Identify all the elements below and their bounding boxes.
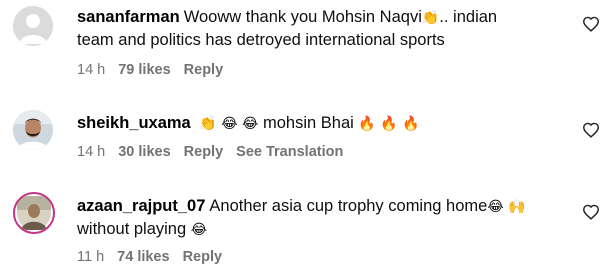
comment-text-line: team and politics has detroyed internati…	[77, 31, 445, 49]
likes-count[interactable]: 30 likes	[118, 144, 170, 160]
username[interactable]: sananfarman	[77, 8, 180, 26]
comment-item: sananfarman Wooww thank you Mohsin Naqvi👏…	[0, 0, 609, 92]
avatar[interactable]	[13, 110, 53, 150]
avatar[interactable]	[13, 192, 55, 234]
heart-icon[interactable]	[582, 16, 600, 32]
username[interactable]: azaan_rajput_07	[77, 197, 205, 215]
comment-meta: 11 h 74 likes Reply	[77, 249, 235, 265]
clap-emoji: 👏	[421, 10, 440, 26]
fire-emoji: 🔥 🔥 🔥	[358, 116, 420, 132]
timestamp: 11 h	[77, 249, 105, 265]
heart-icon[interactable]	[582, 122, 600, 138]
comment-text: sheikh_uxama 👏 😂 😂 mohsin Bhai 🔥 🔥 🔥	[77, 112, 565, 135]
default-avatar-icon	[13, 6, 53, 46]
comment-meta: 14 h 79 likes Reply	[77, 62, 236, 78]
timestamp: 14 h	[77, 62, 106, 78]
comment-text: sananfarman Wooww thank you Mohsin Naqvi👏…	[77, 6, 565, 51]
username[interactable]: sheikh_uxama	[77, 114, 191, 132]
clap-laugh-emoji: 👏 😂 😂	[199, 116, 259, 132]
comment-text: azaan_rajput_07 Another asia cup trophy c…	[77, 195, 565, 241]
see-translation-button[interactable]: See Translation	[236, 144, 343, 160]
heart-icon[interactable]	[582, 204, 600, 220]
comment-text-line: Wooww thank you Mohsin Naqvi	[183, 8, 422, 26]
likes-count[interactable]: 74 likes	[117, 249, 169, 265]
reply-button[interactable]: Reply	[184, 144, 224, 160]
laugh-emoji: 😂	[190, 222, 208, 238]
avatar[interactable]	[13, 6, 53, 46]
reply-button[interactable]: Reply	[184, 62, 224, 78]
comment-text-line: Another asia cup trophy coming home	[209, 197, 488, 215]
likes-count[interactable]: 79 likes	[118, 62, 170, 78]
timestamp: 14 h	[77, 144, 106, 160]
comment-text-line: mohsin Bhai	[262, 114, 354, 132]
comment-item: sheikh_uxama 👏 😂 😂 mohsin Bhai 🔥 🔥 🔥 14 …	[0, 92, 609, 178]
comment-text-tail: .. indian	[439, 8, 498, 26]
profile-photo-icon	[13, 110, 53, 150]
reply-button[interactable]: Reply	[183, 249, 223, 265]
comment-text-line: without playing	[77, 220, 187, 238]
laugh-raised-hands-emoji: 😂 🙌	[487, 199, 526, 215]
comment-meta: 14 h 30 likes Reply See Translation	[77, 144, 356, 160]
comment-item: azaan_rajput_07 Another asia cup trophy c…	[0, 178, 609, 280]
profile-photo-icon	[17, 196, 51, 230]
